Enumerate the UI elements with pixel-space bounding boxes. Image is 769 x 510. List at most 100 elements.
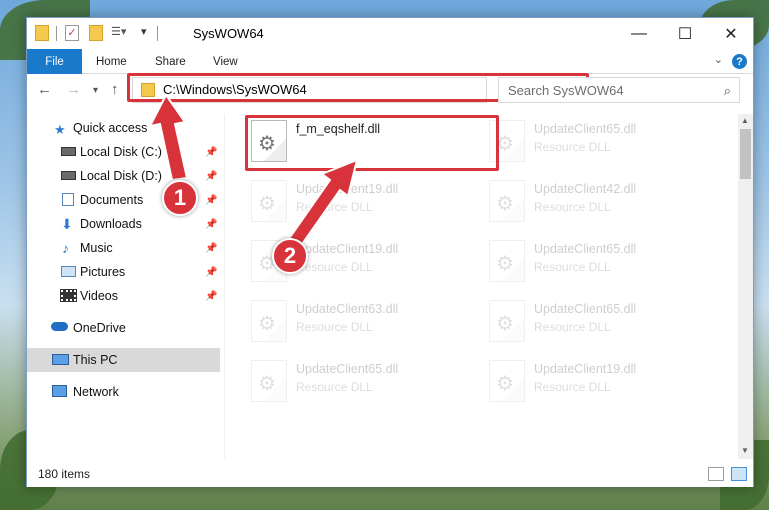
title-bar: ✓ ☰▾ ▾ SysWOW64 — ☐ ✕: [27, 18, 753, 49]
sidebar-item-label: Music: [80, 241, 113, 255]
sidebar-item-label: Quick access: [73, 121, 148, 135]
documents-icon: [62, 193, 74, 206]
sidebar-item-label: Documents: [80, 193, 144, 207]
forward-arrow-icon[interactable]: →: [66, 81, 81, 98]
search-icon[interactable]: ⌕: [724, 83, 731, 99]
file-name: UpdateClient19.dll: [534, 362, 637, 376]
properties-icon[interactable]: ✓: [65, 25, 79, 41]
pin-icon[interactable]: 📌: [205, 171, 217, 182]
maximize-button[interactable]: ☐: [662, 18, 708, 49]
up-arrow-icon[interactable]: ↑: [111, 81, 119, 98]
file-item[interactable]: ⚙ UpdateClient42.dll Resource DLL: [485, 176, 705, 230]
sidebar-item-downloads[interactable]: ⬇ Downloads 📌: [27, 212, 220, 236]
new-folder-icon[interactable]: [89, 25, 103, 41]
window-title: SysWOW64: [193, 26, 264, 41]
details-view-icon[interactable]: [708, 467, 724, 481]
file-item[interactable]: ⚙ UpdateClient65.dll Resource DLL: [485, 236, 705, 290]
download-arrow-icon: ⬇: [61, 216, 73, 232]
tab-home[interactable]: Home: [96, 49, 127, 74]
sidebar-item-local-disk-c[interactable]: Local Disk (C:) 📌: [27, 140, 220, 164]
tab-view[interactable]: View: [213, 49, 238, 74]
pin-icon[interactable]: 📌: [205, 195, 217, 206]
file-name: UpdateClient42.dll: [534, 182, 637, 196]
pin-icon[interactable]: 📌: [205, 291, 217, 302]
recent-locations-icon[interactable]: ▾: [93, 85, 98, 96]
scroll-up-icon[interactable]: ▲: [741, 116, 749, 125]
sidebar-item-onedrive[interactable]: OneDrive: [27, 316, 220, 340]
dll-file-icon: ⚙: [489, 300, 525, 342]
sidebar-item-quick-access[interactable]: ★ Quick access: [27, 116, 220, 140]
folder-icon: [35, 25, 49, 41]
sidebar-item-videos[interactable]: Videos 📌: [27, 284, 220, 308]
sidebar-item-label: Pictures: [80, 265, 126, 279]
dll-file-icon: ⚙: [251, 180, 287, 222]
sidebar-item-pictures[interactable]: Pictures 📌: [27, 260, 220, 284]
file-type: Resource DLL: [296, 320, 373, 334]
sidebar-item-label: This PC: [73, 353, 118, 367]
tab-file[interactable]: File: [27, 49, 82, 74]
customize-toolbar-icon[interactable]: ☰▾: [111, 25, 135, 41]
close-button[interactable]: ✕: [708, 18, 754, 49]
file-name: UpdateClient65.dll: [534, 242, 637, 256]
search-placeholder: Search SysWOW64: [508, 83, 624, 98]
file-highlight-box: [245, 115, 499, 171]
gear-icon: ⚙: [496, 193, 514, 215]
sidebar-item-this-pc[interactable]: This PC: [27, 348, 220, 372]
search-input[interactable]: Search SysWOW64 ⌕: [498, 77, 740, 103]
computer-icon: [52, 354, 69, 365]
dll-file-icon: ⚙: [489, 360, 525, 402]
navigation-bar: ← → ▾ ↑ C:\Windows\SysWOW64 ▾ ↻ Search S…: [27, 73, 753, 107]
drive-icon: [61, 171, 76, 180]
music-note-icon: ♪: [62, 240, 69, 256]
divider: [56, 26, 57, 41]
scroll-down-icon[interactable]: ▼: [741, 446, 749, 455]
gear-icon: ⚙: [496, 253, 514, 275]
gear-icon: ⚙: [258, 193, 276, 215]
file-name: UpdateClient19.dll: [296, 242, 399, 256]
file-type: Resource DLL: [534, 320, 611, 334]
tab-share[interactable]: Share: [155, 49, 186, 74]
network-icon: [52, 385, 67, 397]
file-item[interactable]: ⚙ UpdateClient65.dll Resource DLL: [485, 116, 705, 170]
navigation-pane: ★ Quick access Local Disk (C:) 📌 Local D…: [27, 114, 220, 459]
sidebar-item-network[interactable]: Network: [27, 380, 220, 404]
large-icons-view-icon[interactable]: [731, 467, 747, 481]
callout-step-2: 2: [272, 238, 308, 274]
file-type: Resource DLL: [296, 380, 373, 394]
file-item[interactable]: ⚙ UpdateClient19.dll Resource DLL: [247, 176, 467, 230]
pictures-icon: [61, 266, 76, 277]
vertical-scrollbar[interactable]: ▲ ▼: [738, 114, 753, 459]
chevron-down-icon[interactable]: ⌄: [714, 53, 723, 66]
file-type: Resource DLL: [534, 380, 611, 394]
file-item[interactable]: ⚙ UpdateClient65.dll Resource DLL: [247, 356, 467, 410]
pin-icon[interactable]: 📌: [205, 147, 217, 158]
sidebar-item-label: Local Disk (C:): [80, 145, 162, 159]
sidebar-item-label: Downloads: [80, 217, 142, 231]
minimize-button[interactable]: —: [616, 18, 662, 49]
file-type: Resource DLL: [534, 200, 611, 214]
file-item[interactable]: ⚙ UpdateClient63.dll Resource DLL: [247, 296, 467, 350]
ribbon: File Home Share View ⌄ ?: [27, 49, 753, 74]
file-item[interactable]: ⚙ UpdateClient19.dll Resource DLL: [485, 356, 705, 410]
callout-step-1: 1: [162, 180, 198, 216]
back-arrow-icon[interactable]: ←: [37, 81, 52, 98]
file-name: UpdateClient63.dll: [296, 302, 399, 316]
explorer-window: ✓ ☰▾ ▾ SysWOW64 — ☐ ✕ File Home Share Vi…: [26, 17, 754, 487]
divider: [157, 26, 158, 41]
gear-icon: ⚙: [496, 313, 514, 335]
file-type: Resource DLL: [534, 260, 611, 274]
drive-icon: [61, 147, 76, 156]
file-type: Resource DLL: [534, 140, 611, 154]
pin-icon[interactable]: 📌: [205, 243, 217, 254]
sidebar-item-label: Local Disk (D:): [80, 169, 162, 183]
file-item[interactable]: ⚙ UpdateClient65.dll Resource DLL: [485, 296, 705, 350]
sidebar-item-music[interactable]: ♪ Music 📌: [27, 236, 220, 260]
pin-icon[interactable]: 📌: [205, 219, 217, 230]
dll-file-icon: ⚙: [489, 180, 525, 222]
dropdown-icon[interactable]: ▾: [141, 25, 155, 41]
help-icon[interactable]: ?: [732, 54, 747, 69]
star-icon: ★: [54, 121, 66, 137]
gear-icon: ⚙: [258, 373, 276, 395]
scroll-thumb[interactable]: [740, 129, 751, 179]
pin-icon[interactable]: 📌: [205, 267, 217, 278]
